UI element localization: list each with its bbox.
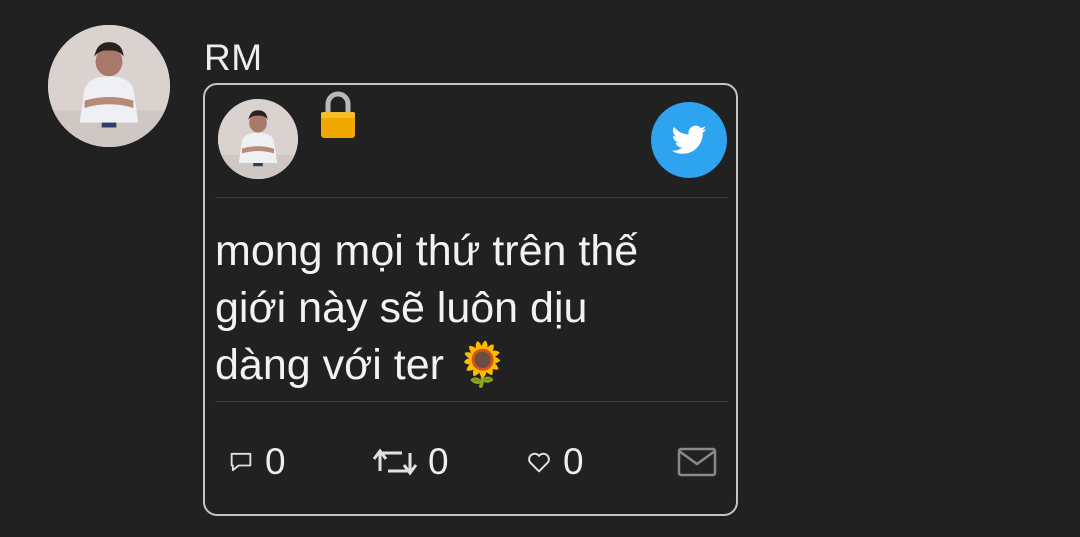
retweet-count: 0 bbox=[428, 441, 449, 482]
heart-icon bbox=[525, 448, 553, 476]
reply-count: 0 bbox=[265, 441, 286, 482]
header-divider bbox=[215, 197, 728, 198]
direct-message-button[interactable] bbox=[677, 437, 717, 487]
author-avatar[interactable] bbox=[48, 25, 170, 147]
twitter-bird-icon bbox=[671, 125, 707, 154]
avatar-photo bbox=[218, 99, 298, 179]
like-count: 0 bbox=[563, 441, 584, 482]
comment-icon bbox=[227, 448, 255, 476]
reply-button[interactable]: 0 bbox=[227, 437, 286, 487]
retweet-button[interactable]: 0 bbox=[372, 437, 449, 487]
footer-divider bbox=[215, 401, 728, 402]
like-button[interactable]: 0 bbox=[525, 437, 584, 487]
author-name[interactable]: RM bbox=[204, 38, 263, 78]
retweet-icon bbox=[372, 445, 418, 479]
post-page: RM mong mọi thứ trên thế giới này sẽ luô… bbox=[0, 0, 1080, 537]
twitter-badge[interactable] bbox=[651, 102, 727, 178]
tweet-avatar[interactable] bbox=[218, 99, 298, 179]
avatar-photo bbox=[48, 25, 170, 147]
envelope-icon bbox=[677, 446, 717, 478]
lock-icon bbox=[318, 90, 358, 140]
tweet-card[interactable]: mong mọi thứ trên thế giới này sẽ luôn d… bbox=[203, 83, 738, 516]
tweet-actions: 0 0 0 bbox=[205, 437, 736, 487]
tweet-text: mong mọi thứ trên thế giới này sẽ luôn d… bbox=[215, 227, 639, 389]
